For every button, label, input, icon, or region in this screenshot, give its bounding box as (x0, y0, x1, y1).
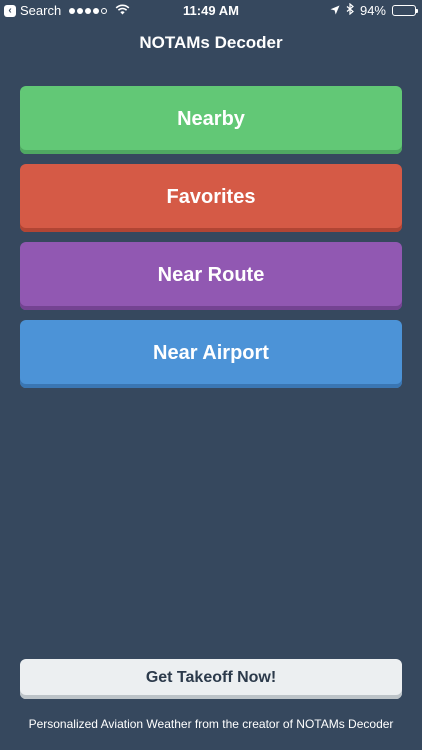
main-menu: Nearby Favorites Near Route Near Airport (20, 86, 402, 398)
status-right: 94% (330, 2, 418, 18)
page-title: NOTAMs Decoder (139, 33, 283, 52)
battery-percent: 94% (359, 3, 386, 18)
near-airport-button[interactable]: Near Airport (20, 320, 402, 388)
near-route-button[interactable]: Near Route (20, 242, 402, 310)
favorites-button[interactable]: Favorites (20, 164, 402, 232)
battery-icon (392, 5, 418, 16)
get-takeoff-button[interactable]: Get Takeoff Now! (20, 659, 402, 699)
location-arrow-icon (330, 3, 340, 18)
status-bar: ‹ Search 11:49 AM 94% (0, 0, 422, 22)
promo-footer-text: Personalized Aviation Weather from the c… (28, 717, 394, 731)
app-screen: ‹ Search 11:49 AM 94% NOTAMs Decoder Nea… (0, 0, 422, 750)
nearby-button[interactable]: Nearby (20, 86, 402, 154)
bluetooth-icon (346, 2, 354, 18)
